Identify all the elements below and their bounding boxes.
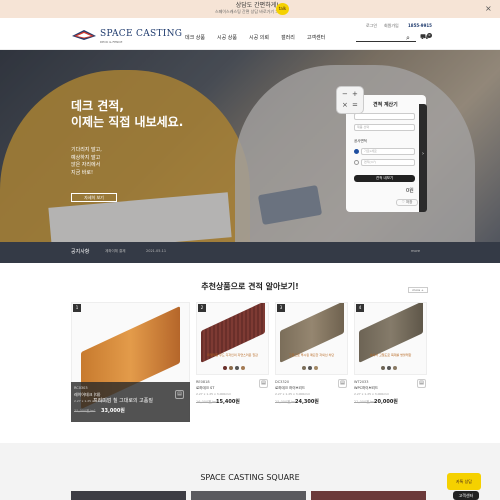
save-label: 저장 [405, 200, 413, 204]
nav-item-customer-center[interactable]: 고객센터 [307, 34, 325, 41]
nav-item-deck-products[interactable]: 데크 상품 [185, 34, 205, 41]
radio-width-height[interactable] [354, 149, 359, 154]
product-caption: 야외서 고밀도로 목재를 방불케함 [369, 353, 412, 357]
product-price: 15,400원 [216, 399, 240, 405]
product-name: WPC하이브리드 [354, 386, 379, 390]
product-card-overlay[interactable]: RC0303 레이어데크 (대) 프리미엄 칠 그대로의 고품질 2.27 x … [71, 382, 190, 422]
square-thumbnail[interactable] [311, 491, 426, 500]
product-old-price: 35,000원/m² [74, 409, 96, 413]
notice-label: 공지사항 [71, 249, 90, 255]
card-rank: 1 [73, 304, 81, 312]
promo-text[interactable]: 상담도 간편하게! 스페이스캐스팅 간편 상담 바로가기 > [215, 2, 279, 14]
cart-count-badge: 0 [427, 33, 432, 38]
heart-icon: ♡ [401, 200, 405, 204]
hero-detail-button[interactable]: 자세히 보기 [71, 193, 117, 202]
product-price: 33,000원 [101, 408, 125, 414]
color-swatches [381, 366, 397, 370]
kakao-talk-icon[interactable]: talk [276, 3, 289, 15]
top-promo-bar[interactable]: 상담도 간편하게! 스페이스캐스팅 간편 상담 바로가기 > talk × [0, 0, 500, 18]
main-nav: 데크 상품 시공 상품 시공 의뢰 갤러리 고객센터 [185, 34, 325, 41]
brand-name[interactable]: SPACE CASTING [100, 29, 182, 39]
product-code: RC0303 [74, 386, 88, 390]
calculate-estimate-button[interactable]: 견적 내보기 [354, 175, 415, 182]
product-code: RE0818 [196, 380, 210, 384]
card-rank: 2 [198, 304, 206, 312]
site-header: SPACE CASTING DECK & FENCE 로그인 회원가입 1855… [0, 18, 500, 50]
square-thumbnail[interactable] [191, 491, 306, 500]
estimate-icon[interactable]: ▤ [338, 379, 347, 388]
notice-date: 2021.05.11 [146, 249, 167, 253]
promo-line2: 스페이스캐스팅 간편 상담 바로가기 > [215, 9, 279, 14]
plus-glyph: + [352, 90, 358, 98]
estimator-toggle-handle[interactable]: › [419, 104, 427, 212]
area-label: 공사면적 [354, 139, 367, 143]
close-icon[interactable]: × [485, 4, 492, 13]
hero-title: 데크 견적, 이제는 직접 내보세요. [71, 99, 184, 129]
minus-glyph: − [342, 90, 348, 98]
product-card-4[interactable]: 야외서 고밀도로 목재를 방불케함 4 WT2033 WPC하이브리드 2.27… [354, 302, 427, 424]
save-button[interactable]: ♡ 저장 [396, 199, 418, 206]
promo-line1: 상담도 간편하게! [235, 2, 279, 9]
card-rank: 4 [356, 304, 364, 312]
square-title: SPACE CASTING SQUARE [200, 473, 300, 482]
times-glyph: × [342, 101, 348, 109]
login-link[interactable]: 로그인 [366, 23, 377, 29]
customer-center-button[interactable]: 고객센터 [453, 491, 479, 500]
calculator-icon[interactable]: + − × = [336, 86, 364, 114]
search-icon[interactable]: ⌕ [406, 34, 410, 43]
estimate-icon[interactable]: ▤ [259, 379, 268, 388]
estimate-icon[interactable]: ▤ [175, 390, 184, 399]
width-height-input[interactable]: 가로x세로 [361, 148, 415, 155]
hero-subtitle: 기다리지 말고, 예상하지 말고 앉은 자리에서 지금 바로! [71, 147, 102, 176]
estimate-product-select[interactable]: 제품 선택 [354, 124, 415, 131]
phone-number[interactable]: 1855-9915 [408, 23, 432, 28]
notice-bar: 공지사항 계좌이체 결제 2021.05.11 more [0, 242, 500, 263]
brand-subtitle: DECK & FENCE [100, 40, 123, 44]
product-code: WT2033 [354, 380, 369, 384]
product-caption: 리얼리즘 우드 디자인의 자연스러운 질감 [207, 353, 258, 357]
product-caption: 고정으로 투시된 매끈한 자외선 차단 [288, 353, 335, 357]
notice-text[interactable]: 계좌이체 결제 [105, 249, 125, 254]
color-swatches [223, 366, 245, 370]
estimate-input-1[interactable] [354, 113, 415, 120]
product-card-2[interactable]: 리얼리즘 우드 디자인의 자연스러운 질감 2 RE0818 로하데크 ST 2… [196, 302, 269, 424]
product-old-price: 16,000원/m² [196, 400, 218, 404]
nav-item-install-request[interactable]: 시공 의뢰 [249, 34, 269, 41]
estimate-title: 견적 계산기 [373, 102, 398, 108]
radio-area[interactable] [354, 160, 359, 165]
area-input[interactable]: 면적(m²) [361, 159, 415, 166]
product-size: 2.27 x 1.25 x 3,000mm [74, 399, 110, 403]
product-image[interactable]: 고정으로 투시된 매끈한 자외선 차단 [275, 302, 348, 375]
brand-logo-icon[interactable] [72, 30, 96, 40]
product-name: 로하데크 하이브리드 [275, 386, 306, 390]
product-size: 2.27 x 1.25 x 3,000mm [196, 392, 232, 396]
product-price: 20,000원 [374, 399, 398, 405]
recommend-more-button[interactable]: more + [408, 287, 428, 293]
equals-glyph: = [352, 101, 358, 109]
estimate-result: 0원 [406, 188, 414, 194]
nav-item-install-products[interactable]: 시공 상품 [217, 34, 237, 41]
product-price: 24,300원 [295, 399, 319, 405]
nav-item-gallery[interactable]: 갤러리 [281, 34, 295, 41]
join-link[interactable]: 회원가입 [384, 23, 399, 29]
notice-more-link[interactable]: more [411, 249, 420, 253]
square-thumbnail[interactable] [71, 491, 186, 500]
product-card-3[interactable]: 고정으로 투시된 매끈한 자외선 차단 3 DC3320 로하데크 하이브리드 … [275, 302, 348, 424]
product-old-price: 25,000원/m² [275, 400, 297, 404]
product-name: 로하데크 ST [196, 386, 215, 390]
product-card-1[interactable]: 1 RC0303 레이어데크 (대) 프리미엄 칠 그대로의 고품질 2.27 … [71, 302, 190, 422]
product-code: DC3320 [275, 380, 290, 384]
kakao-consult-button[interactable]: 카톡 상담 [447, 473, 481, 490]
product-size: 2.27 x 1.25 x 3,000mm [354, 392, 390, 396]
product-old-price: 22,000원/m² [354, 400, 376, 404]
product-size: 2.27 x 1.25 x 3,000mm [275, 392, 311, 396]
card-rank: 3 [277, 304, 285, 312]
product-image[interactable]: 리얼리즘 우드 디자인의 자연스러운 질감 [196, 302, 269, 375]
product-image[interactable]: 야외서 고밀도로 목재를 방불케함 [354, 302, 427, 375]
color-swatches [302, 366, 318, 370]
estimate-icon[interactable]: ▤ [417, 379, 426, 388]
